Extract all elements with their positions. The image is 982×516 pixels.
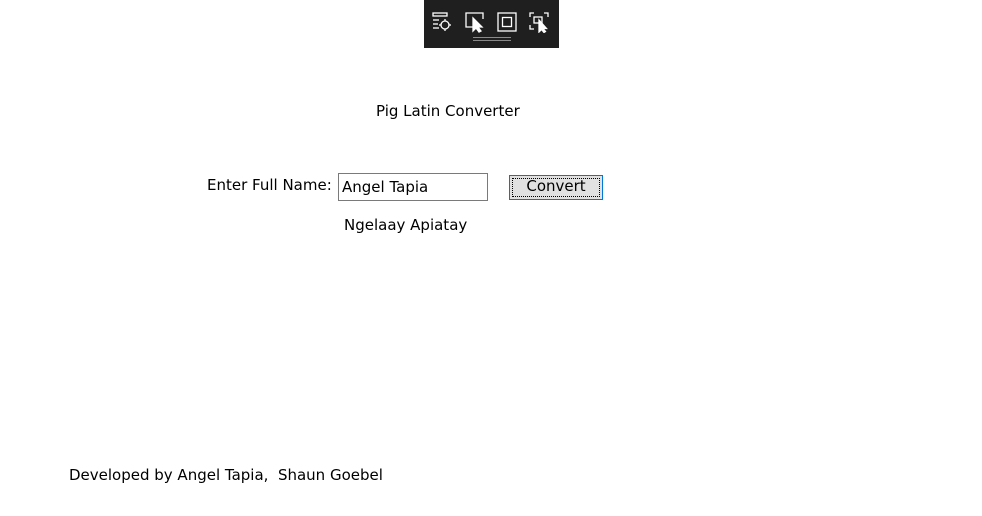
- convert-button[interactable]: Convert: [509, 175, 603, 200]
- live-visual-tree-icon[interactable]: [429, 9, 455, 35]
- full-name-input[interactable]: [338, 173, 488, 201]
- select-element-icon[interactable]: [462, 9, 488, 35]
- toolbar-grip[interactable]: [473, 37, 511, 41]
- display-layout-adorners-icon[interactable]: [494, 9, 520, 35]
- developer-credits: Developed by Angel Tapia, Shaun Goebel: [69, 466, 383, 484]
- track-focus-icon[interactable]: [526, 9, 552, 35]
- xaml-debug-toolbar: [424, 0, 559, 48]
- full-name-label: Enter Full Name:: [207, 176, 332, 194]
- convert-button-label: Convert: [512, 177, 600, 197]
- page-title: Pig Latin Converter: [376, 102, 520, 120]
- pig-latin-result: Ngelaay Apiatay: [344, 216, 468, 234]
- app-window: Pig Latin Converter Enter Full Name: Con…: [0, 0, 982, 516]
